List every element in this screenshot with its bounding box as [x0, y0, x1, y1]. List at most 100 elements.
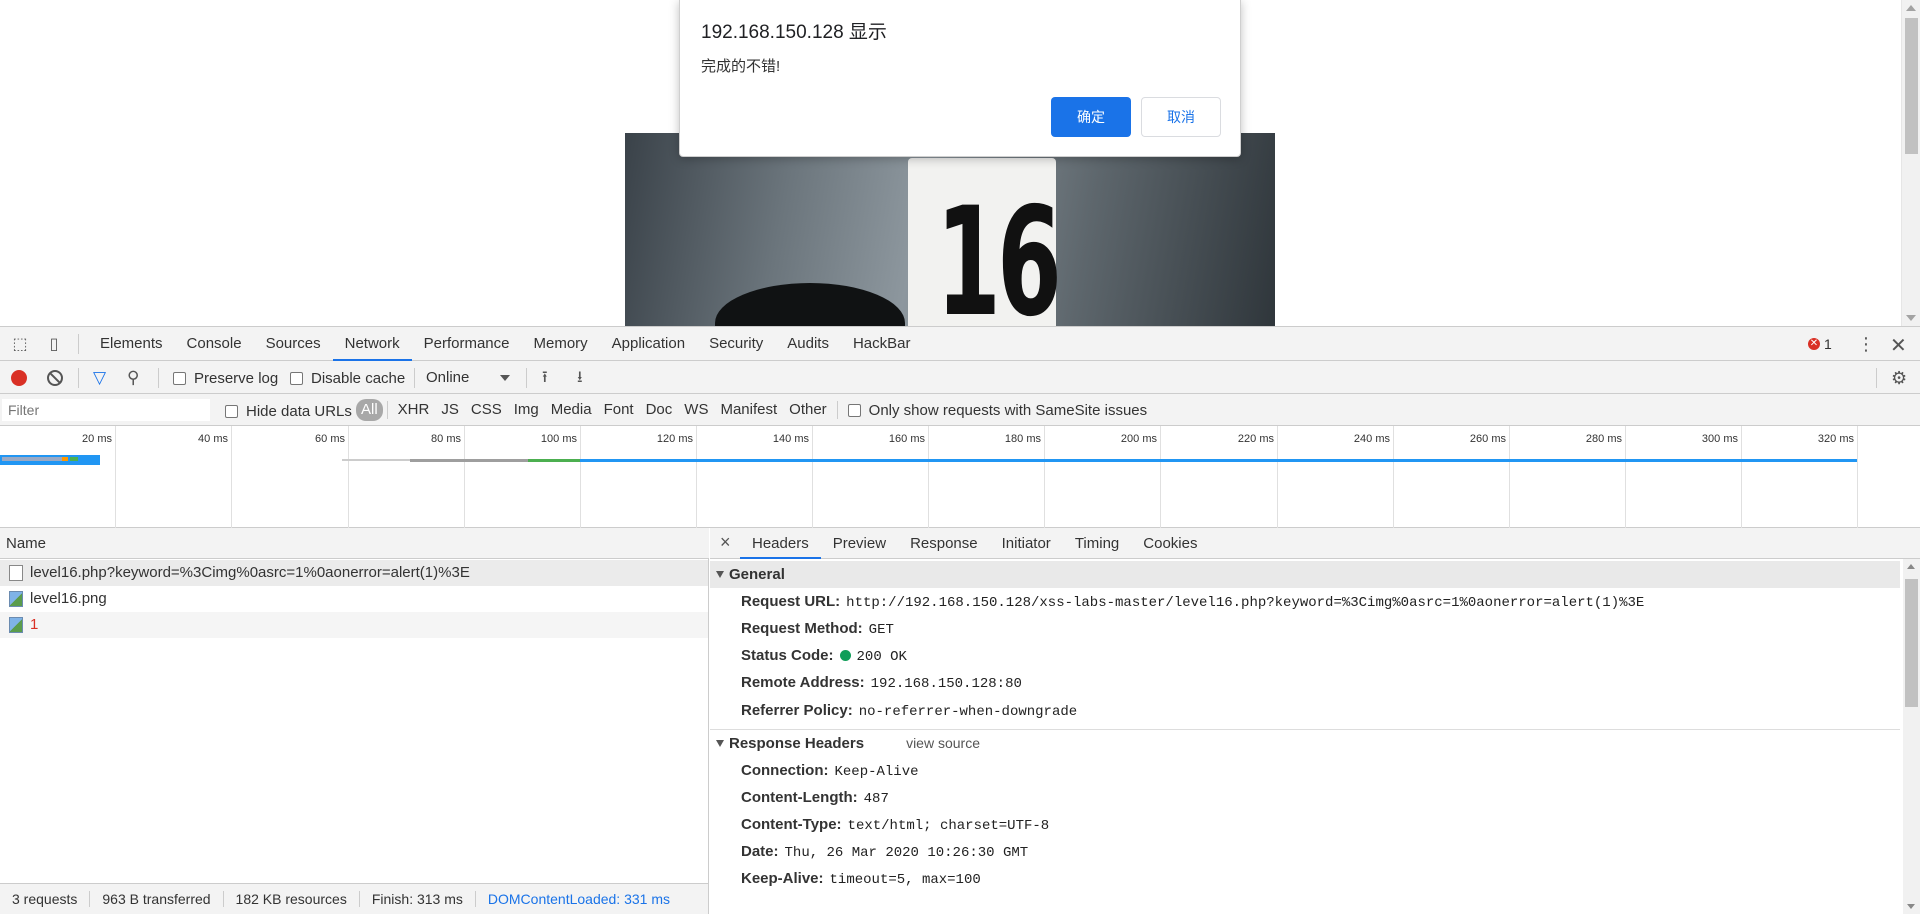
type-filter-img[interactable]: Img	[508, 399, 545, 421]
tick-label: 40 ms	[198, 433, 228, 445]
scroll-thumb[interactable]	[1905, 579, 1918, 707]
grid-line	[1160, 426, 1161, 528]
disable-cache-checkbox[interactable]: Disable cache	[290, 370, 405, 387]
header-key: Status Code:	[741, 647, 834, 664]
scroll-thumb[interactable]	[1905, 18, 1918, 154]
type-filter-font[interactable]: Font	[598, 399, 640, 421]
tab-console[interactable]: Console	[175, 327, 254, 361]
response-headers-section-header[interactable]: Response Headers view source	[710, 730, 1900, 757]
hide-data-urls-checkbox[interactable]: Hide data URLs	[225, 403, 352, 420]
tab-cookies[interactable]: Cookies	[1131, 528, 1209, 559]
checkbox-box[interactable]	[290, 372, 303, 385]
inspect-element-icon[interactable]: ⬚	[11, 336, 29, 354]
header-value: Keep-Alive	[834, 764, 919, 780]
tab-response[interactable]: Response	[898, 528, 990, 559]
page-scrollbar[interactable]	[1901, 0, 1920, 326]
error-counter[interactable]: ✕ 1	[1808, 336, 1832, 352]
export-har-icon[interactable]: ⭳	[577, 369, 595, 387]
type-filter-media[interactable]: Media	[545, 399, 598, 421]
close-devtools-icon[interactable]: ✕	[1890, 333, 1907, 358]
device-toolbar-icon[interactable]: ▯	[45, 336, 63, 354]
header-key: Request Method:	[741, 620, 863, 637]
tab-timing[interactable]: Timing	[1063, 528, 1131, 559]
type-filter-manifest[interactable]: Manifest	[714, 399, 783, 421]
tabbar-divider	[78, 334, 79, 354]
request-row[interactable]: level16.png	[0, 586, 708, 612]
tab-hackbar[interactable]: HackBar	[841, 327, 923, 361]
view-source-link[interactable]: view source	[906, 735, 980, 751]
headers-view: General Request URL: http://192.168.150.1…	[710, 559, 1900, 914]
alert-dialog: 192.168.150.128 显示 完成的不错! 确定 取消	[679, 0, 1241, 157]
request-count: 3 requests	[0, 891, 91, 907]
request-row[interactable]: level16.php?keyword=%3Cimg%0asrc=1%0aone…	[0, 560, 708, 586]
tick-label: 20 ms	[82, 433, 112, 445]
type-filter-doc[interactable]: Doc	[640, 399, 679, 421]
scroll-up-icon[interactable]	[1907, 564, 1915, 569]
record-icon[interactable]	[11, 370, 27, 386]
type-filter-js[interactable]: JS	[435, 399, 465, 421]
import-har-icon[interactable]: ⭱	[542, 369, 560, 387]
checkbox-box[interactable]	[225, 405, 238, 418]
tab-application[interactable]: Application	[600, 327, 697, 361]
type-filter-all[interactable]: All	[356, 399, 383, 421]
network-summary-bar: 3 requests 963 B transferred 182 KB reso…	[0, 883, 708, 914]
clear-icon[interactable]	[47, 370, 63, 386]
tick-label: 140 ms	[772, 433, 809, 445]
tick-label: 240 ms	[1353, 433, 1390, 445]
general-section-header[interactable]: General	[710, 561, 1900, 588]
scroll-up-icon[interactable]	[1906, 5, 1916, 11]
more-menu-icon[interactable]: ⋮	[1857, 334, 1875, 355]
scroll-down-icon[interactable]	[1907, 904, 1915, 909]
request-row[interactable]: 1	[0, 612, 708, 638]
tab-performance[interactable]: Performance	[412, 327, 522, 361]
type-divider	[386, 401, 388, 419]
tab-headers[interactable]: Headers	[740, 528, 821, 559]
tab-security[interactable]: Security	[697, 327, 775, 361]
ok-button[interactable]: 确定	[1051, 97, 1131, 137]
filter-input[interactable]	[2, 399, 210, 421]
preserve-log-label: Preserve log	[194, 370, 279, 387]
details-scrollbar[interactable]	[1903, 559, 1920, 914]
type-filter-xhr[interactable]: XHR	[392, 399, 436, 421]
samesite-checkbox[interactable]: Only show requests with SameSite issues	[847, 402, 1147, 419]
preserve-log-checkbox[interactable]: Preserve log	[173, 370, 278, 387]
toolbar-divider	[526, 368, 527, 388]
toolbar-divider	[414, 368, 415, 388]
toolbar-divider	[1876, 368, 1877, 388]
scroll-down-icon[interactable]	[1906, 315, 1916, 321]
filter-icon[interactable]: ▽	[93, 369, 111, 387]
tab-initiator[interactable]: Initiator	[990, 528, 1063, 559]
triangle-down-icon	[716, 571, 724, 578]
type-filter-other[interactable]: Other	[783, 399, 833, 421]
tab-audits[interactable]: Audits	[775, 327, 841, 361]
network-overview-timeline[interactable]: 20 ms 40 ms 60 ms 80 ms 100 ms 120 ms 14…	[0, 426, 1920, 528]
cancel-button[interactable]: 取消	[1141, 97, 1221, 137]
grid-line	[580, 426, 581, 528]
type-filter-css[interactable]: CSS	[465, 399, 508, 421]
tab-network[interactable]: Network	[332, 327, 412, 361]
tick-label: 320 ms	[1817, 433, 1854, 445]
chevron-down-icon[interactable]	[500, 375, 510, 381]
timeline-bar	[2, 457, 62, 461]
checkbox-box[interactable]	[173, 372, 186, 385]
tab-memory[interactable]: Memory	[522, 327, 600, 361]
tick-label: 300 ms	[1701, 433, 1738, 445]
grid-line	[231, 426, 232, 528]
tab-sources[interactable]: Sources	[254, 327, 333, 361]
grid-line	[1625, 426, 1626, 528]
tab-preview[interactable]: Preview	[821, 528, 898, 559]
grid-line	[1044, 426, 1045, 528]
request-name: level16.php?keyword=%3Cimg%0asrc=1%0aone…	[30, 564, 470, 581]
header-line: Request URL: http://192.168.150.128/xss-l…	[741, 593, 1644, 611]
page-viewport: 16 192.168.150.128 显示 完成的不错! 确定 取消	[0, 0, 1920, 326]
throttling-select[interactable]: Online	[426, 369, 469, 386]
tab-elements[interactable]: Elements	[88, 327, 175, 361]
image-icon	[9, 591, 23, 607]
gear-icon[interactable]: ⚙	[1891, 369, 1909, 387]
name-column-header[interactable]: Name	[0, 528, 709, 559]
checkbox-box[interactable]	[847, 403, 861, 417]
close-icon[interactable]: ×	[720, 532, 731, 553]
search-icon[interactable]: ⚲	[127, 369, 145, 387]
type-filter-ws[interactable]: WS	[678, 399, 714, 421]
header-line: Keep-Alive: timeout=5, max=100	[741, 870, 981, 888]
